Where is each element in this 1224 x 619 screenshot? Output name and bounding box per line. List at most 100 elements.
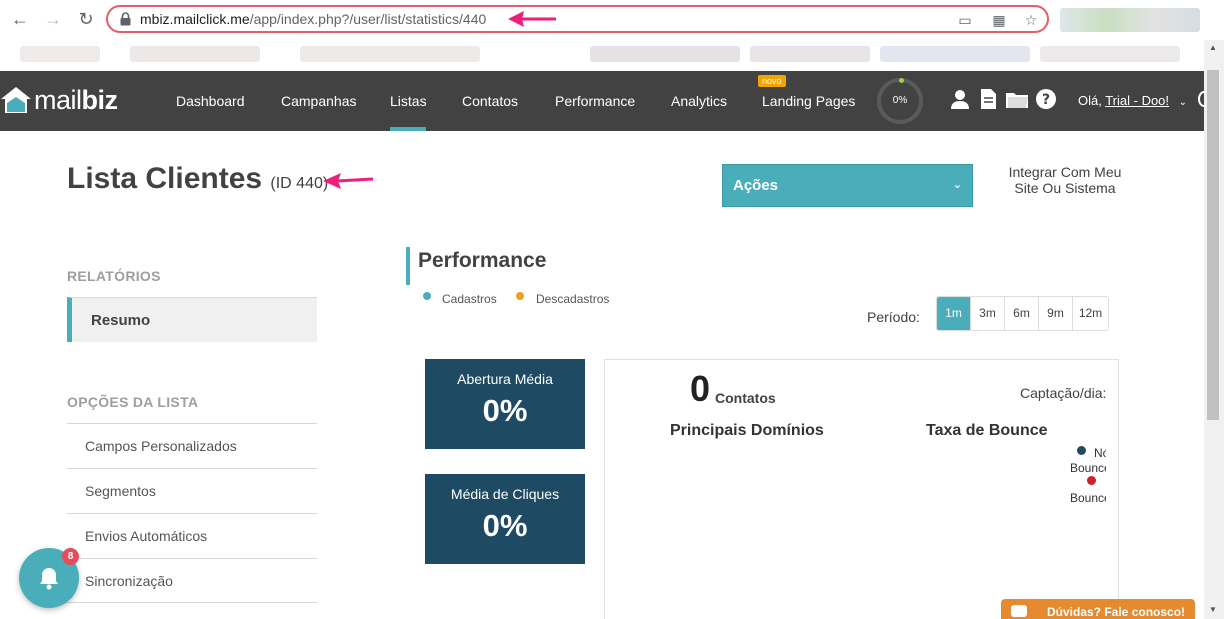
bounce-rate-title: Taxa de Bounce	[926, 422, 1048, 439]
period-3m-button[interactable]: 3m	[971, 297, 1005, 330]
open-rate-card: Abertura Média 0%	[425, 359, 585, 449]
bounce-legend-dot-2	[1087, 476, 1096, 485]
sidebar-item-label: Resumo	[91, 312, 151, 329]
help-chat-label: Dúvidas? Fale conosco!	[1047, 605, 1186, 619]
bookmark-item[interactable]	[750, 46, 870, 62]
logo-house-icon	[1, 87, 31, 113]
url-path: /app/index.php?/user/list/statistics/440	[249, 11, 487, 27]
top-domains-title: Principais Domínios	[670, 422, 824, 439]
svg-text:?: ?	[1042, 92, 1050, 108]
section-accent-bar	[406, 247, 410, 285]
url-host: mbiz.mailclick.me	[140, 11, 250, 27]
sidebar-item-automatic-sends[interactable]: Envios Automáticos	[67, 513, 317, 558]
sidebar-item-label: Segmentos	[85, 483, 156, 499]
document-icon[interactable]	[977, 88, 999, 110]
star-icon[interactable]: ☆	[1022, 11, 1040, 29]
period-1m-button[interactable]: 1m	[937, 297, 971, 330]
bookmark-item[interactable]	[590, 46, 740, 62]
nav-performance[interactable]: Performance	[555, 93, 635, 109]
folder-icon[interactable]	[1005, 88, 1029, 110]
click-rate-value: 0%	[482, 508, 528, 543]
user-greeting[interactable]: Olá, Trial - Doo! ⌄	[1078, 93, 1187, 108]
stats-panel: 0 Contatos Captação/dia: Principais Domí…	[604, 359, 1119, 619]
bookmark-item[interactable]	[130, 46, 260, 62]
nav-dashboard[interactable]: Dashboard	[176, 93, 245, 109]
nav-active-indicator	[390, 127, 426, 131]
new-badge: novo	[758, 75, 786, 87]
chevron-down-icon: ⌄	[952, 179, 962, 191]
lock-icon	[120, 12, 131, 26]
sidebar-item-segments[interactable]: Segmentos	[67, 468, 317, 513]
bounce-legend-label-1b: Bounce	[1070, 461, 1106, 475]
qr-code-icon[interactable]: ▦	[990, 11, 1008, 29]
extension-icons[interactable]	[1060, 8, 1200, 32]
bounce-legend-label-1a: Nó	[1094, 446, 1106, 460]
sidebar-item-label: Campos Personalizados	[85, 438, 237, 454]
back-arrow-icon[interactable]: ←	[9, 8, 31, 30]
legend-cadastros[interactable]: Cadastros	[442, 292, 497, 306]
nav-contatos[interactable]: Contatos	[462, 93, 518, 109]
logo-text: mailbiz	[34, 85, 118, 115]
legend-dot-descadastros	[516, 292, 524, 300]
annotation-arrow	[323, 173, 374, 189]
bookmark-item[interactable]	[1040, 46, 1180, 62]
period-6m-button[interactable]: 6m	[1005, 297, 1039, 330]
bookmark-item[interactable]	[20, 46, 100, 62]
notification-count-badge: 8	[62, 548, 79, 565]
open-rate-label: Abertura Média	[457, 371, 553, 387]
scroll-up-arrow-icon[interactable]: ▲	[1207, 42, 1219, 54]
forward-arrow-icon[interactable]: →	[42, 8, 64, 30]
period-selector: 1m 3m 6m 9m 12m	[936, 296, 1109, 331]
nav-analytics[interactable]: Analytics	[671, 93, 727, 109]
bookmark-item[interactable]	[880, 46, 1030, 62]
help-chat-tab[interactable]: Dúvidas? Fale conosco!	[1001, 599, 1195, 619]
performance-title: Performance	[418, 249, 547, 272]
sidebar-item-label: Sincronização	[85, 573, 173, 589]
browser-chrome: ← → ↻ mbiz.mailclick.me/app/index.php?/u…	[0, 0, 1224, 70]
period-12m-button[interactable]: 12m	[1073, 297, 1108, 330]
nav-landing-pages[interactable]: Landing Pages	[762, 93, 855, 109]
greeting-prefix: Olá,	[1078, 93, 1106, 108]
greeting-name: Trial - Doo!	[1105, 93, 1170, 108]
cast-icon[interactable]: ▭	[956, 11, 974, 29]
scroll-down-arrow-icon[interactable]: ▼	[1207, 604, 1219, 616]
actions-label: Ações	[733, 177, 779, 194]
nav-campanhas[interactable]: Campanhas	[281, 93, 357, 109]
bounce-legend-dot-1	[1077, 446, 1086, 455]
sidebar-item-resumo[interactable]: Resumo	[67, 297, 317, 342]
bell-icon	[40, 568, 58, 590]
bounce-legend-label-2: Bounce	[1070, 491, 1106, 505]
address-bar[interactable]: mbiz.mailclick.me/app/index.php?/user/li…	[106, 5, 1049, 33]
reload-icon[interactable]: ↻	[75, 8, 97, 30]
sidebar-item-label: Envios Automáticos	[85, 528, 208, 544]
period-label: Período:	[867, 309, 920, 325]
open-rate-value: 0%	[482, 393, 528, 428]
app-navbar: mailbiz Dashboard Campanhas Listas Conta…	[0, 71, 1210, 131]
sidebar-item-custom-fields[interactable]: Campos Personalizados	[67, 423, 317, 468]
bookmark-item[interactable]	[300, 46, 480, 62]
list-name: Lista Clientes	[67, 162, 263, 195]
nav-listas[interactable]: Listas	[390, 93, 427, 109]
integrate-link[interactable]: Integrar Com Meu Site Ou Sistema	[995, 164, 1135, 196]
user-icon[interactable]	[949, 88, 971, 110]
click-rate-card: Média de Cliques 0%	[425, 474, 585, 564]
list-id: (ID 440)	[270, 175, 329, 192]
click-rate-label: Média de Cliques	[450, 486, 560, 502]
legend-dot-cadastros	[423, 292, 431, 300]
reports-heading: RELATÓRIOS	[67, 268, 161, 284]
period-9m-button[interactable]: 9m	[1039, 297, 1073, 330]
scrollbar-thumb[interactable]	[1207, 70, 1219, 420]
capture-per-day-label: Captação/dia:	[1020, 385, 1107, 401]
bookmarks-bar	[0, 40, 1224, 70]
gauge-indicator	[899, 78, 904, 83]
help-icon[interactable]: ?	[1035, 88, 1057, 110]
chevron-down-icon: ⌄	[1178, 97, 1188, 108]
actions-dropdown[interactable]: Ações ⌄	[722, 164, 973, 207]
legend-descadastros[interactable]: Descadastros	[536, 292, 609, 306]
contacts-label: Contatos	[715, 390, 776, 406]
annotation-arrow	[508, 11, 556, 27]
page-title: Lista Clientes (ID 440)	[67, 162, 328, 196]
contacts-count: 0	[690, 368, 711, 409]
sidebar-item-sync[interactable]: Sincronização	[67, 558, 317, 603]
url-text: mbiz.mailclick.me/app/index.php?/user/li…	[140, 11, 486, 27]
